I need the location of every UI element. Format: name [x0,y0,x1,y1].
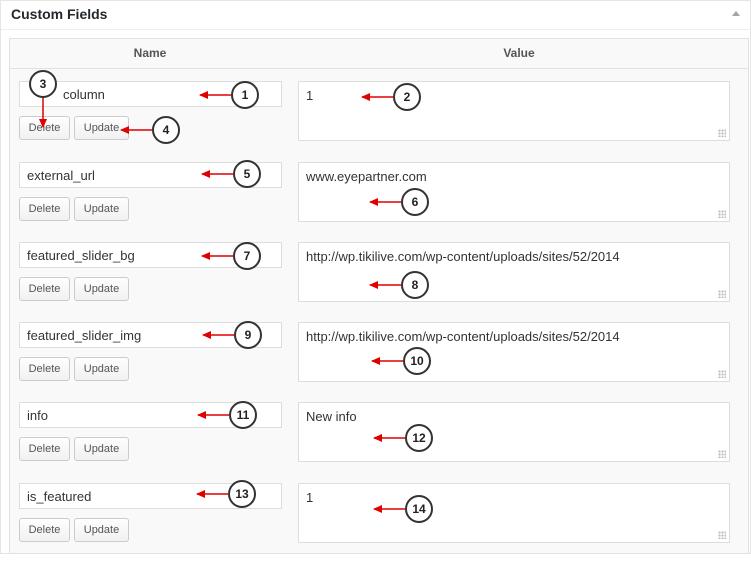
update-button[interactable]: Update [74,518,129,542]
field-value-textarea[interactable]: www.eyepartner.com [298,162,730,222]
delete-button[interactable]: Delete [19,518,70,542]
field-value-textarea[interactable]: New info [298,402,730,462]
field-row: 1 Delete Update [10,81,748,161]
callout-badge: 13 [228,480,256,508]
resize-handle-icon[interactable] [718,531,726,539]
callout-badge: 1 [231,81,259,109]
field-row: New info Delete Update [10,402,748,482]
field-value-textarea[interactable]: http://wp.tikilive.com/wp-content/upload… [298,322,730,382]
callout-badge: 14 [405,495,433,523]
delete-button[interactable]: Delete [19,277,70,301]
panel-header[interactable]: Custom Fields [1,1,750,30]
delete-button[interactable]: Delete [19,357,70,381]
callout-badge: 10 [403,347,431,375]
field-row: 1 Delete Update [10,483,748,563]
field-value-textarea[interactable]: http://wp.tikilive.com/wp-content/upload… [298,242,730,302]
callout-badge: 2 [393,83,421,111]
field-row: http://wp.tikilive.com/wp-content/upload… [10,242,748,322]
callout-badge: 6 [401,188,429,216]
callout-badge: 8 [401,271,429,299]
value-column-header: Value [290,39,748,69]
resize-handle-icon[interactable] [718,210,726,218]
resize-handle-icon[interactable] [718,370,726,378]
delete-button[interactable]: Delete [19,437,70,461]
field-row: http://wp.tikilive.com/wp-content/upload… [10,322,748,402]
callout-badge: 12 [405,424,433,452]
field-value-textarea[interactable]: 1 [298,483,730,543]
resize-handle-icon[interactable] [718,290,726,298]
field-row: www.eyepartner.com Delete Update [10,162,748,242]
update-button[interactable]: Update [74,357,129,381]
update-button[interactable]: Update [74,277,129,301]
callout-badge: 9 [234,321,262,349]
update-button[interactable]: Update [74,116,129,140]
callout-badge: 11 [229,401,257,429]
callout-badge: 4 [152,116,180,144]
callout-badge: 7 [233,242,261,270]
triangle-up-icon[interactable] [732,11,740,16]
resize-handle-icon[interactable] [718,129,726,137]
field-value-textarea[interactable]: 1 [298,81,730,141]
name-column-header: Name [10,39,290,69]
panel-title: Custom Fields [11,6,108,22]
delete-button[interactable]: Delete [19,197,70,221]
update-button[interactable]: Update [74,437,129,461]
delete-button[interactable]: Delete [19,116,70,140]
callout-badge: 5 [233,160,261,188]
callout-badge: 3 [29,70,57,98]
custom-fields-table: Name Value 1 Delete Update www.eyepartne… [9,38,749,554]
update-button[interactable]: Update [74,197,129,221]
resize-handle-icon[interactable] [718,450,726,458]
